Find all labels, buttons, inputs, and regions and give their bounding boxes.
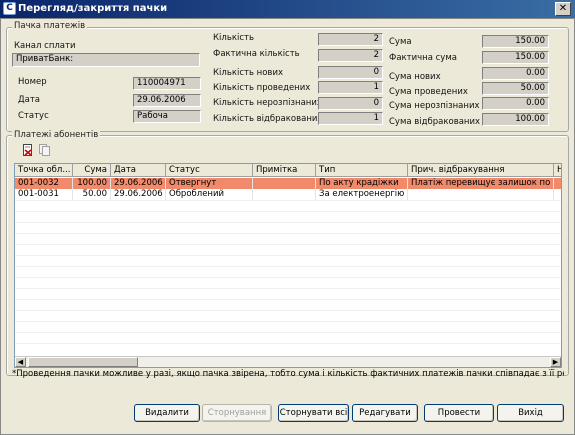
column-header-status[interactable]: Статус <box>166 164 253 177</box>
scrollbar-thumb[interactable] <box>28 357 138 367</box>
sum-label: Сума <box>389 37 412 47</box>
row-divider <box>15 244 561 245</box>
edit-button[interactable]: Редагувати <box>352 404 418 422</box>
delete-doc-icon[interactable] <box>22 144 34 156</box>
number-field[interactable]: 110004971 <box>133 77 201 90</box>
payments-table[interactable]: Точка обл... Сума Дата Статус Примітка Т… <box>14 163 562 368</box>
row-divider <box>15 233 561 234</box>
cell-sum: 100.00 <box>73 178 111 189</box>
status-label: Статус <box>18 111 49 121</box>
cell-date: 29.06.2006 <box>111 178 166 189</box>
channel-field[interactable]: ПриватБанк: <box>12 53 200 67</box>
cell-reject-reason: Платіж перевищує залишок по в... <box>408 178 554 189</box>
cell-reject-reason <box>408 189 554 200</box>
status-field[interactable]: Рабоча <box>133 110 201 123</box>
row-divider <box>15 266 561 267</box>
actual-count-label: Фактична кількість <box>213 49 300 59</box>
scroll-right-icon[interactable]: ▶ <box>550 357 561 367</box>
column-header-type[interactable]: Тип <box>316 164 408 177</box>
table-header: Точка обл... Сума Дата Статус Примітка Т… <box>15 164 561 177</box>
rejected-count-field: 1 <box>318 112 383 125</box>
column-header-reject-reason[interactable]: Прич. відбракування <box>408 164 554 177</box>
row-divider <box>15 222 561 223</box>
column-header-note[interactable]: Примітка <box>253 164 316 177</box>
new-count-label: Кількість нових <box>213 68 283 78</box>
batch-group-title: Пачка платежів <box>12 21 88 31</box>
column-header-extra[interactable]: Н <box>554 164 561 177</box>
cell-type: По акту крадіжки <box>316 178 408 189</box>
unrecognized-sum-field: 0.00 <box>482 97 549 110</box>
close-button[interactable]: ✕ <box>555 2 571 16</box>
new-sum-label: Сума нових <box>389 72 441 82</box>
count-field: 2 <box>318 33 383 46</box>
row-divider <box>15 277 561 278</box>
row-divider <box>15 321 561 322</box>
table-row[interactable]: 001-0031 50.00 29.06.2006 Оброблений За … <box>15 189 561 200</box>
cell-sum: 50.00 <box>73 189 111 200</box>
posted-count-label: Кількість проведених <box>213 83 311 93</box>
rejected-sum-label: Сума відбракованих <box>389 117 481 127</box>
delete-button[interactable]: Видалити <box>134 404 200 422</box>
cell-date: 29.06.2006 <box>111 189 166 200</box>
posted-sum-label: Сума проведених <box>389 87 468 97</box>
unrecognized-count-label: Кількість нерозпізнаних <box>213 98 322 108</box>
unrecognized-sum-label: Сума нерозпізнаних <box>389 101 480 111</box>
cell-point: 001-0031 <box>15 189 73 200</box>
cell-extra <box>554 178 561 189</box>
channel-label: Канал сплати <box>14 41 76 51</box>
cell-point: 001-0032 <box>15 178 73 189</box>
cell-note <box>253 178 316 189</box>
row-divider <box>15 299 561 300</box>
row-divider <box>15 310 561 311</box>
actual-sum-label: Фактична сума <box>389 53 457 63</box>
posting-note: *Проведення пачки можливе у разі, якщо п… <box>12 369 564 379</box>
title-bar[interactable]: C Перегляд/закриття пачки ✕ <box>0 0 575 18</box>
count-label: Кількість <box>213 33 254 43</box>
payments-group-title: Платежі абонентів <box>12 130 101 140</box>
column-header-point[interactable]: Точка обл... <box>15 164 73 177</box>
post-button[interactable]: Провести <box>424 404 494 422</box>
row-divider <box>15 332 561 333</box>
posted-sum-field: 50.00 <box>482 82 549 95</box>
unrecognized-count-field: 0 <box>318 97 383 110</box>
date-field[interactable]: 29.06.2006 <box>133 94 201 107</box>
window-title: Перегляд/закриття пачки <box>18 3 168 14</box>
row-divider <box>15 255 561 256</box>
posted-count-field: 1 <box>318 81 383 94</box>
number-label: Номер <box>18 77 47 87</box>
reverse-button[interactable]: Сторнування <box>202 404 272 422</box>
cell-note <box>253 189 316 200</box>
cell-type: За електроенергію <box>316 189 408 200</box>
column-header-date[interactable]: Дата <box>111 164 166 177</box>
row-divider <box>15 211 561 212</box>
rejected-sum-field: 100.00 <box>482 113 549 126</box>
sum-field: 150.00 <box>482 35 549 48</box>
reverse-all-button[interactable]: Сторнувати всі <box>278 404 349 422</box>
column-header-sum[interactable]: Сума <box>73 164 111 177</box>
scroll-left-icon[interactable]: ◀ <box>15 357 26 367</box>
new-count-field: 0 <box>318 66 383 79</box>
row-divider <box>15 288 561 289</box>
date-label: Дата <box>18 95 41 105</box>
cell-status: Оброблений <box>166 189 253 200</box>
actual-sum-field: 150.00 <box>482 51 549 64</box>
row-divider <box>15 343 561 344</box>
copy-doc-icon[interactable] <box>38 144 50 156</box>
row-divider <box>15 200 561 201</box>
actual-count-field: 2 <box>318 49 383 62</box>
rejected-count-label: Кількість відбракованих <box>213 114 323 124</box>
app-icon: C <box>3 2 16 15</box>
cell-status: Отвергнут <box>166 178 253 189</box>
cell-extra <box>554 189 561 200</box>
exit-button[interactable]: Вихід <box>497 404 564 422</box>
horizontal-scrollbar[interactable]: ◀ ▶ <box>15 356 561 367</box>
new-sum-field: 0.00 <box>482 67 549 80</box>
table-row[interactable]: 001-0032 100.00 29.06.2006 Отвергнут По … <box>15 178 561 189</box>
